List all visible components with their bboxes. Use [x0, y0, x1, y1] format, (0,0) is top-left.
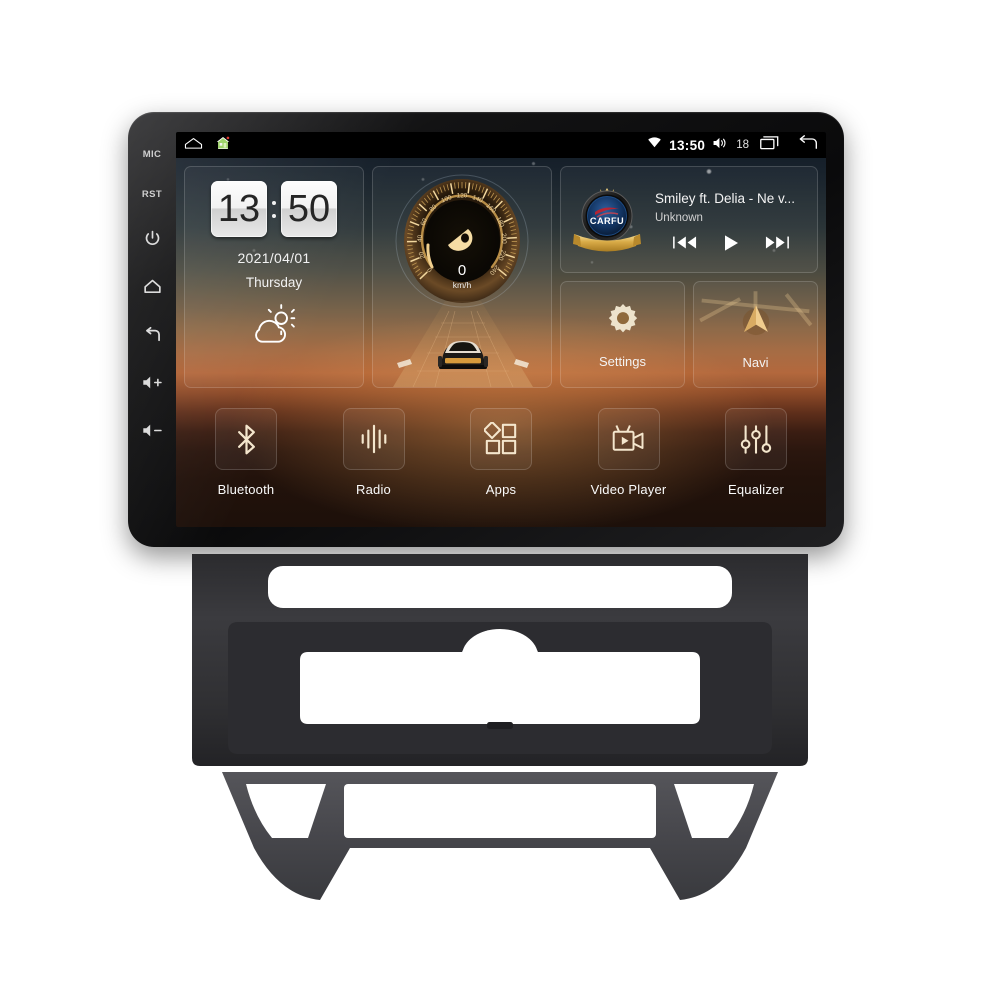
- head-unit-device: MIC RST 13:50 18 13 50 2021/04/01 Thursd…: [128, 112, 844, 547]
- clock-colon: [270, 200, 278, 218]
- speedometer-value: 0: [458, 262, 466, 279]
- dashboard-fascia-trim: [180, 548, 820, 908]
- mic-key[interactable]: MIC: [132, 134, 172, 174]
- clock-weather-widget[interactable]: 13 50 2021/04/01 Thursday: [184, 166, 364, 388]
- back-icon[interactable]: [797, 134, 818, 156]
- home-icon: [143, 279, 161, 293]
- shortcut-row: Settings Navi: [560, 281, 818, 388]
- shortcut-navi[interactable]: Navi: [693, 281, 818, 388]
- volume-down-icon: [142, 424, 162, 436]
- video-camera-icon: [612, 425, 643, 451]
- back-key[interactable]: [132, 310, 172, 358]
- clock-hours: 13: [217, 188, 261, 230]
- clock-weekday: Thursday: [245, 275, 303, 290]
- speedometer-unit: km/h: [453, 280, 472, 290]
- reset-key[interactable]: RST: [132, 174, 172, 214]
- svg-text:40: 40: [417, 234, 424, 242]
- dock-item-radio[interactable]: Radio: [320, 408, 428, 497]
- screenshot-root: MIC RST 13:50 18 13 50 2021/04/01 Thursd…: [0, 0, 1000, 1000]
- dock-item-equalizer[interactable]: Equalizer: [702, 408, 810, 497]
- video-player-tile[interactable]: [597, 408, 660, 470]
- radio-waveform-icon: [361, 424, 386, 454]
- equalizer-tile[interactable]: [725, 408, 787, 470]
- album-art-text: CARFU: [590, 216, 624, 226]
- power-key[interactable]: [132, 214, 172, 262]
- app-dock: Bluetooth Radio Apps Video Player Equali…: [176, 398, 826, 527]
- back-arrow-icon: [145, 326, 160, 341]
- dock-item-bluetooth[interactable]: Bluetooth: [192, 408, 300, 497]
- clock-hours-card: 13: [211, 181, 267, 237]
- reset-key-label: RST: [141, 188, 163, 200]
- play-button[interactable]: [721, 233, 741, 253]
- radio-tile[interactable]: [342, 408, 405, 470]
- bluetooth-icon: [237, 424, 255, 454]
- volume-level: 18: [736, 139, 749, 151]
- status-bar-left: [184, 135, 231, 156]
- equalizer-sliders-icon: [740, 424, 772, 454]
- mic-key-label: MIC: [142, 148, 162, 160]
- shortcut-navi-label: Navi: [742, 355, 769, 370]
- dock-label-radio: Radio: [356, 482, 391, 497]
- svg-text:120: 120: [457, 193, 468, 200]
- track-title: Smiley ft. Delia - Ne v...: [655, 190, 796, 206]
- dock-item-video-player[interactable]: Video Player: [575, 408, 683, 497]
- wifi-icon: [647, 136, 662, 154]
- clock-date: 2021/04/01: [237, 250, 311, 266]
- media-controls: [655, 233, 807, 253]
- clock-minutes: 50: [287, 188, 331, 230]
- dock-item-apps[interactable]: Apps: [447, 408, 555, 497]
- media-metadata: Smiley ft. Delia - Ne v... Unknown: [655, 187, 807, 253]
- shortcut-settings[interactable]: Settings: [560, 281, 685, 388]
- shortcut-settings-label: Settings: [599, 354, 646, 369]
- gear-icon: [603, 300, 643, 345]
- status-bar: 13:50 18: [176, 132, 826, 158]
- speedometer-widget[interactable]: 0 20 40 60 80 100 120 140 160 180 200 220 240 0 km/h: [372, 166, 552, 388]
- previous-icon: [673, 236, 697, 249]
- apps-grid-icon: [484, 422, 517, 455]
- flip-clock: 13 50: [211, 181, 337, 237]
- media-player-widget[interactable]: CARFU Smiley ft. Delia - Ne v... Unknown: [560, 166, 818, 273]
- right-widget-column: CARFU Smiley ft. Delia - Ne v... Unknown: [560, 166, 818, 398]
- previous-track-button[interactable]: [672, 234, 698, 251]
- house-app-icon[interactable]: [215, 135, 231, 156]
- home-key[interactable]: [132, 262, 172, 310]
- svg-text:200: 200: [500, 233, 508, 244]
- recents-icon[interactable]: [760, 135, 780, 155]
- dock-label-video-player: Video Player: [590, 482, 667, 497]
- speedometer-dial: 0 20 40 60 80 100 120 140 160 180 200 220 240 0 km/h: [382, 171, 542, 320]
- home-outline-icon[interactable]: [184, 136, 203, 155]
- dock-label-bluetooth: Bluetooth: [217, 482, 275, 497]
- dock-label-equalizer: Equalizer: [728, 482, 784, 497]
- clock-minutes-card: 50: [281, 181, 337, 237]
- play-icon: [724, 234, 738, 251]
- car-on-road-icon: [373, 301, 551, 387]
- power-icon: [145, 230, 159, 245]
- sun-behind-cloud-icon: [246, 304, 302, 351]
- hardware-key-rail: MIC RST: [128, 112, 176, 547]
- next-track-button[interactable]: [764, 234, 790, 251]
- volume-up-icon: [142, 376, 162, 388]
- apps-tile[interactable]: [470, 408, 532, 470]
- widget-area: 13 50 2021/04/01 Thursday 0 20 40 60 80 …: [176, 158, 826, 398]
- carfu-badge-logo: CARFU: [569, 176, 645, 263]
- volume-up-key[interactable]: [132, 358, 172, 406]
- navigation-arrow-icon: [735, 299, 777, 346]
- dock-label-apps: Apps: [485, 482, 517, 497]
- volume-down-key[interactable]: [132, 406, 172, 454]
- next-icon: [765, 236, 789, 249]
- touchscreen[interactable]: 13:50 18 13 50 2021/04/01 Thursday 0 20 …: [176, 132, 826, 527]
- status-bar-right: 13:50 18: [647, 134, 818, 156]
- bluetooth-tile[interactable]: [215, 408, 277, 470]
- track-artist: Unknown: [655, 211, 703, 224]
- volume-icon[interactable]: [712, 136, 729, 155]
- status-bar-clock: 13:50: [669, 137, 706, 153]
